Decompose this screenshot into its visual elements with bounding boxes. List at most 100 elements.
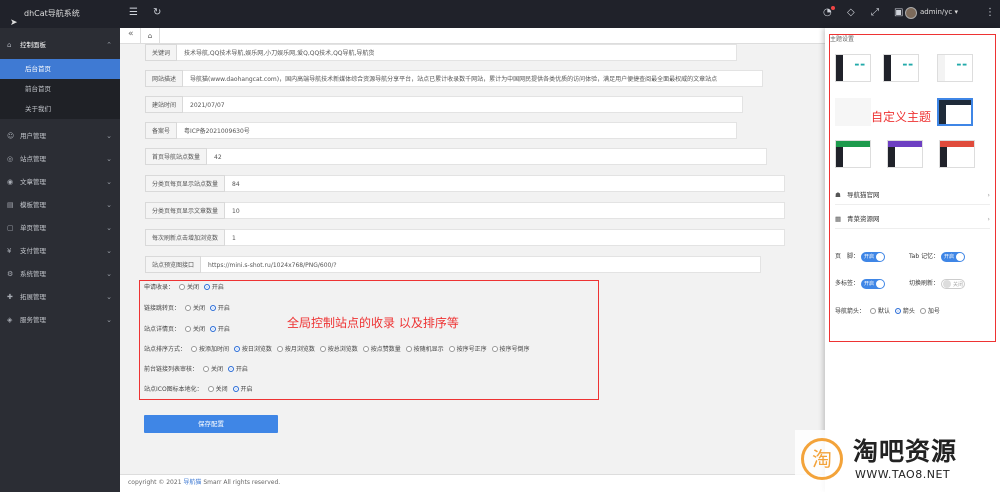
category-articles-input[interactable]: 10 xyxy=(225,202,786,219)
field-label: 网站描述 xyxy=(145,70,184,87)
annotation-box-global xyxy=(139,280,599,400)
fullscreen-icon[interactable]: ⤢ xyxy=(871,7,879,19)
home-count-input[interactable]: 42 xyxy=(207,148,768,165)
footer-text: copyright © 2021 xyxy=(128,479,184,486)
keywords-input[interactable]: 技术导航,QQ技术导航,娱乐网,小刀娱乐网,爱Q,QQ技术,QQ导航,导航货 xyxy=(177,44,738,61)
sidebar-sub-about[interactable]: 关于我们 xyxy=(0,99,120,119)
chevron-down-icon: ⌄ xyxy=(106,155,112,163)
chevron-down-icon: ⌄ xyxy=(106,201,112,209)
field-label: 分类页每页显示文章数量 xyxy=(145,202,226,219)
sidebar-item-services[interactable]: ◈ 服务管理 ⌄ xyxy=(0,309,120,331)
menu-toggle-icon[interactable]: ☰ xyxy=(129,7,138,19)
user-icon: ☺ xyxy=(7,132,15,140)
sidebar-item-users[interactable]: ☺ 用户管理 ⌄ xyxy=(0,125,120,147)
payment-icon: ¥ xyxy=(7,247,12,255)
sidebar-sub-front-home[interactable]: 前台首页 xyxy=(0,79,120,99)
form-row-home-count: 首页导航站点数量 42 xyxy=(145,148,768,165)
sidebar-item-label: 拓展管理 xyxy=(20,293,46,301)
tab-home[interactable]: ⌂ xyxy=(140,28,160,44)
watermark: 淘 淘吧资源 WWW.TAO8.NET xyxy=(795,430,1000,492)
notification-badge xyxy=(831,6,835,10)
template-icon: ▤ xyxy=(7,201,14,209)
globe-icon: ◎ xyxy=(7,155,14,163)
form-row-click-increment: 每次刷新点击增加浏览数 1 xyxy=(145,229,786,246)
click-increment-input[interactable]: 1 xyxy=(225,229,786,246)
save-button[interactable]: 保存配置 xyxy=(144,415,278,433)
build-date-input[interactable]: 2021/07/07 xyxy=(183,96,744,113)
sidebar-item-label: 站点管理 xyxy=(20,155,46,163)
sidebar-sub-admin-home[interactable]: 后台首页 xyxy=(0,59,120,79)
top-bar: ➤ dhCat导航系统 ☰ ↻ ◔ ◇ ⤢ ▣ admin/yc ▾ ⋮ xyxy=(0,0,1000,28)
sidebar-item-articles[interactable]: ◉ 文章管理 ⌄ xyxy=(0,171,120,193)
sidebar-item-label: 文章管理 xyxy=(20,178,46,186)
sidebar-item-label: 单页管理 xyxy=(20,224,46,232)
form-row-description: 网站描述 导航猫(www.daohangcat.com)，国内高端导航技术新媒体… xyxy=(145,70,764,87)
sidebar-item-pages[interactable]: ▢ 单页管理 ⌄ xyxy=(0,217,120,239)
gear-icon: ⚙ xyxy=(7,270,14,278)
watermark-logo: 淘 xyxy=(801,438,843,480)
sidebar-item-label: 服务管理 xyxy=(20,316,46,324)
chevron-down-icon: ⌄ xyxy=(106,132,112,140)
watermark-url: WWW.TAO8.NET xyxy=(855,468,951,481)
refresh-icon[interactable]: ↻ xyxy=(153,7,161,19)
chevron-down-icon: ⌄ xyxy=(106,316,112,324)
tab-bar: « ⌂ xyxy=(120,28,825,44)
preview-api-input[interactable]: https://mini.s-shot.ru/1024x768/PNG/600/… xyxy=(201,256,762,273)
chevron-up-icon: ⌃ xyxy=(106,41,112,49)
sidebar-item-label: 用户管理 xyxy=(20,132,46,140)
chevron-down-icon: ⌄ xyxy=(106,270,112,278)
footer-rest: Smarr All rights reserved. xyxy=(201,479,281,486)
sidebar-item-label: 支付管理 xyxy=(20,247,46,255)
lock-icon[interactable]: ▣ xyxy=(894,7,903,19)
sidebar-item-label: 控制面板 xyxy=(20,41,46,49)
footer-link[interactable]: 导航猫 xyxy=(183,479,201,486)
form-row-build-date: 建站时间 2021/07/07 xyxy=(145,96,744,113)
description-input[interactable]: 导航猫(www.daohangcat.com)，国内高端导航技术新媒体综合资源导… xyxy=(183,70,764,87)
user-menu[interactable]: admin/yc ▾ xyxy=(920,8,958,16)
service-icon: ◈ xyxy=(7,316,13,324)
app-brand[interactable]: ➤ dhCat导航系统 xyxy=(0,0,120,28)
field-label: 分类页每页显示站点数量 xyxy=(145,175,226,192)
icp-input[interactable]: 粤ICP备2021009630号 xyxy=(177,122,738,139)
username: admin/yc xyxy=(920,8,953,16)
main-content: 关键词 技术导航,QQ技术导航,娱乐网,小刀娱乐网,爱Q,QQ技术,QQ导航,导… xyxy=(120,44,825,474)
sidebar-item-sites[interactable]: ◎ 站点管理 ⌄ xyxy=(0,148,120,170)
sidebar-item-label: 系统管理 xyxy=(20,270,46,278)
sidebar-item-label: 模板管理 xyxy=(20,201,46,209)
tag-icon[interactable]: ◇ xyxy=(847,7,855,19)
chevron-down-icon: ⌄ xyxy=(106,178,112,186)
chevron-down-icon: ⌄ xyxy=(106,247,112,255)
sidebar-item-extensions[interactable]: ✚ 拓展管理 ⌄ xyxy=(0,286,120,308)
sidebar-sub-label: 关于我们 xyxy=(25,105,51,113)
form-row-icp: 备案号 粤ICP备2021009630号 xyxy=(145,122,738,139)
form-row-category-sites: 分类页每页显示站点数量 84 xyxy=(145,175,786,192)
home-icon: ⌂ xyxy=(7,41,12,49)
plugin-icon: ✚ xyxy=(7,293,13,301)
field-label: 备案号 xyxy=(145,122,178,139)
form-row-category-articles: 分类页每页显示文章数量 10 xyxy=(145,202,786,219)
sidebar-item-control-panel[interactable]: ⌂ 控制面板 ⌃ xyxy=(0,34,120,56)
form-row-preview-api: 站点预览图接口 https://mini.s-shot.ru/1024x768/… xyxy=(145,256,762,273)
field-label: 首页导航站点数量 xyxy=(145,148,208,165)
sidebar-sub-label: 后台首页 xyxy=(25,65,51,73)
sidebar-item-payment[interactable]: ¥ 支付管理 ⌄ xyxy=(0,240,120,262)
category-sites-input[interactable]: 84 xyxy=(225,175,786,192)
home-icon: ⌂ xyxy=(147,32,153,40)
chevron-down-icon: ⌄ xyxy=(106,293,112,301)
sidebar-item-templates[interactable]: ▤ 模板管理 ⌄ xyxy=(0,194,120,216)
page-icon: ▢ xyxy=(7,224,14,232)
double-chevron-left-icon[interactable]: « xyxy=(128,29,134,39)
avatar[interactable] xyxy=(905,7,917,19)
more-icon[interactable]: ⋮ xyxy=(985,7,995,19)
sidebar: ⌂ 控制面板 ⌃ 后台首页 前台首页 关于我们 ☺ 用户管理 ⌄ ◎ 站点管理 ⌄ ◉ 文… xyxy=(0,28,120,492)
annotation-global-text: 全局控制站点的收录 以及排序等 xyxy=(287,316,459,330)
field-label: 站点预览图接口 xyxy=(145,256,202,273)
sidebar-item-system[interactable]: ⚙ 系统管理 ⌄ xyxy=(0,263,120,285)
footer: copyright © 2021 导航猫 Smarr All rights re… xyxy=(120,474,825,492)
field-label: 关键词 xyxy=(145,44,178,61)
article-icon: ◉ xyxy=(7,178,14,186)
watermark-title: 淘吧资源 xyxy=(853,437,958,466)
annotation-box-theme xyxy=(829,34,996,342)
field-label: 建站时间 xyxy=(145,96,184,113)
field-label: 每次刷新点击增加浏览数 xyxy=(145,229,226,246)
